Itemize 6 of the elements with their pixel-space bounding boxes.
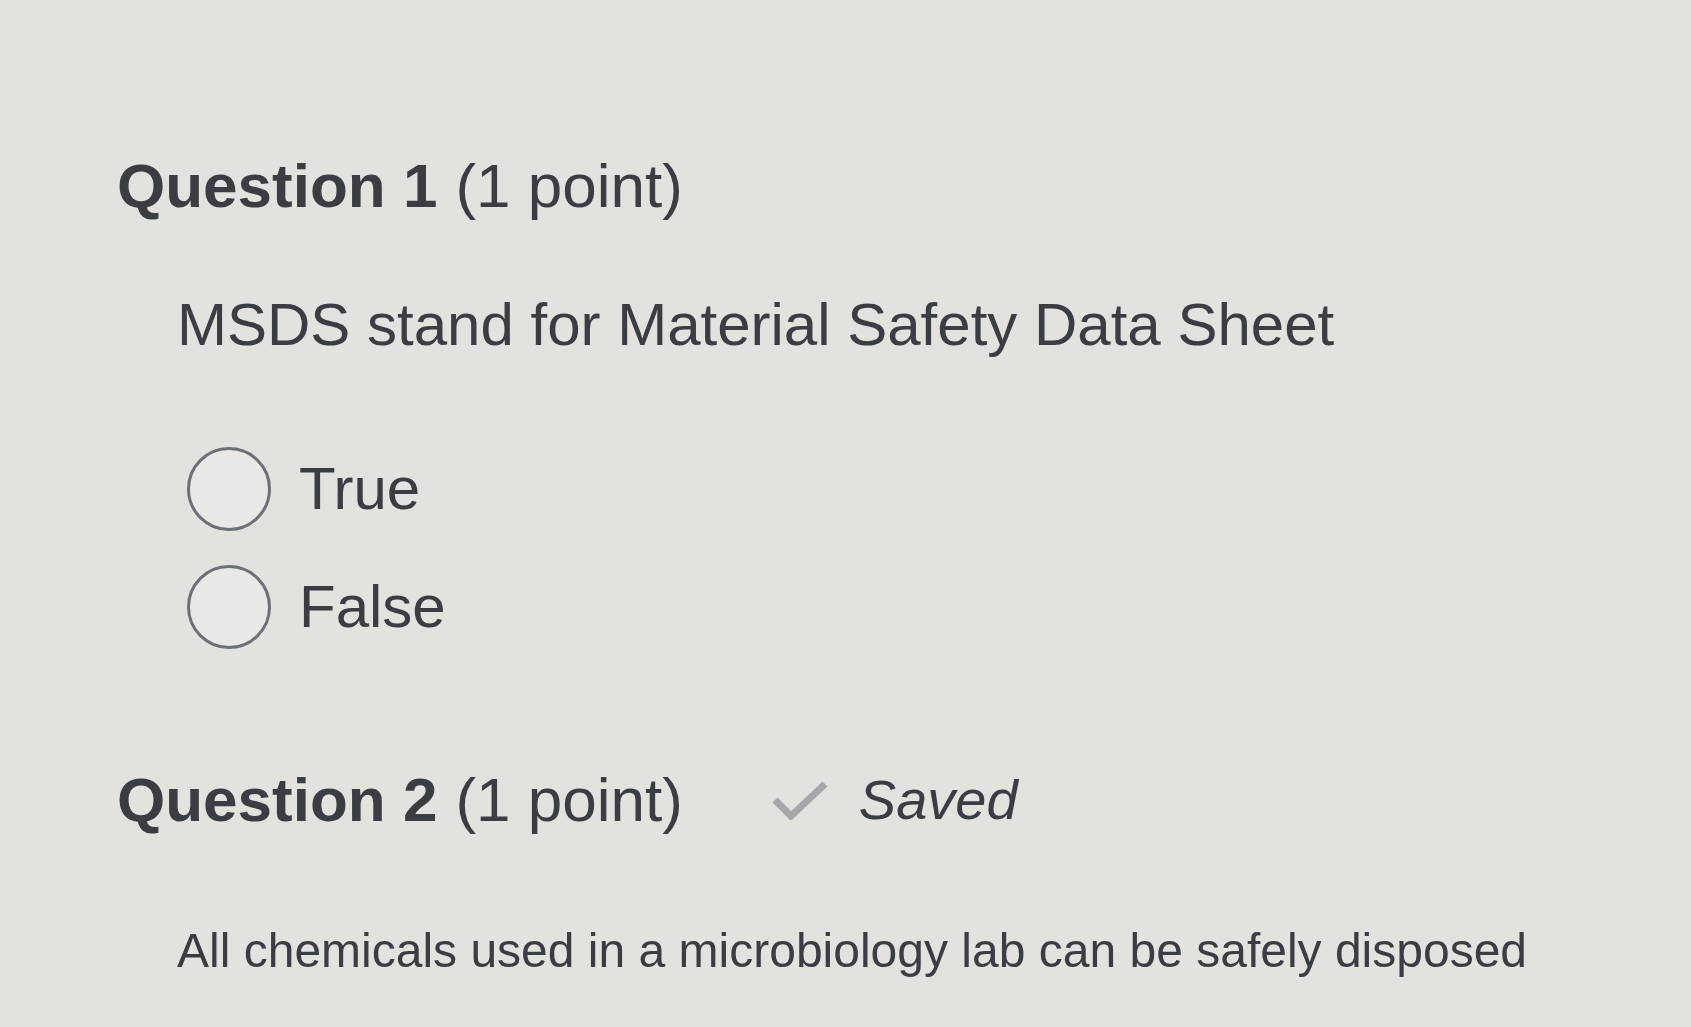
saved-status: Saved <box>858 772 1018 828</box>
question-prompt: MSDS stand for Material Safety Data Sheet <box>177 295 1336 355</box>
option-label: True <box>299 459 421 519</box>
option-label: False <box>299 577 446 637</box>
check-icon <box>770 780 829 820</box>
question-prompt: All chemicals used in a microbiology lab can be safely disposed <box>177 927 1529 975</box>
